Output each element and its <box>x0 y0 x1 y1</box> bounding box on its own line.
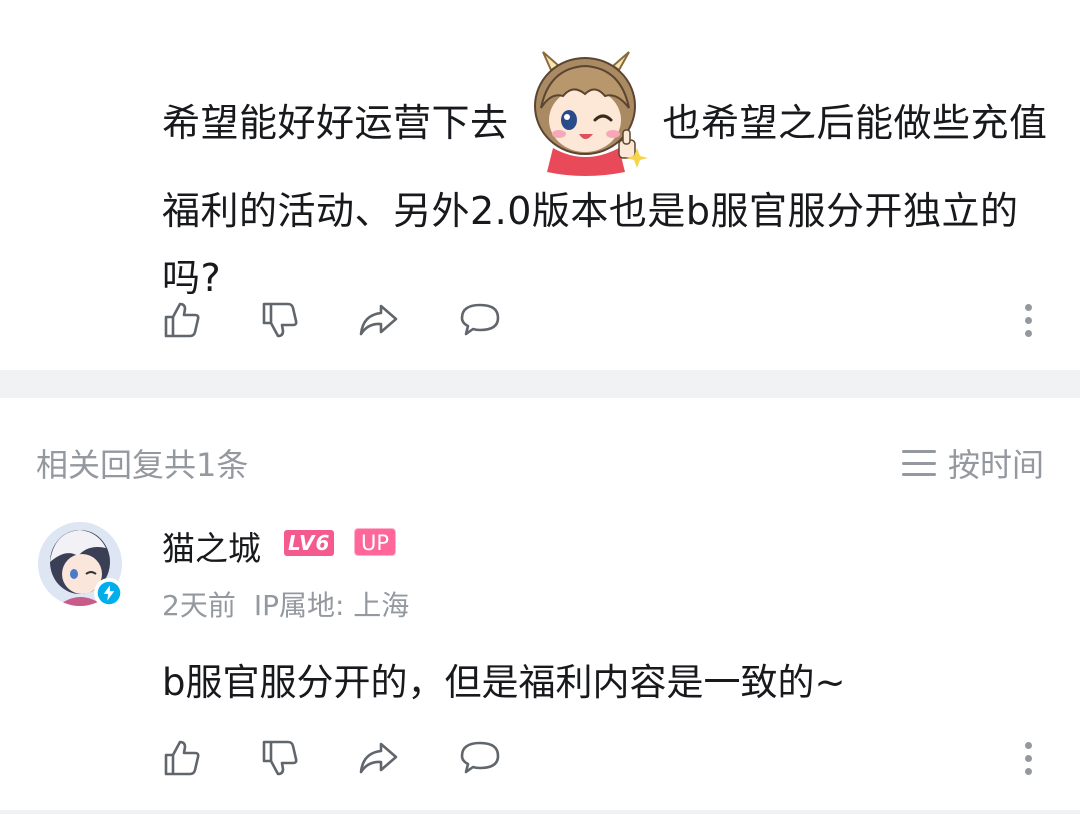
ip-location: IP属地: 上海 <box>253 589 410 622</box>
like-button[interactable] <box>160 736 204 780</box>
dislike-icon <box>262 302 298 338</box>
reply-meta: 2天前 IP属地: 上海 <box>162 584 409 624</box>
dislike-button[interactable] <box>258 298 302 342</box>
cat-girl-sticker-icon <box>521 48 651 178</box>
section-divider <box>0 370 1080 398</box>
share-button[interactable] <box>356 736 400 780</box>
comment-text: 希望能好好运营下去 也希望之后能做些充值福利的活动、另外2.0版本也是b服官服分… <box>162 48 1062 312</box>
username[interactable]: 猫之城 <box>162 522 261 570</box>
more-icon <box>1024 741 1032 749</box>
avatar[interactable] <box>38 522 124 608</box>
dislike-icon <box>262 740 298 776</box>
share-button[interactable] <box>356 298 400 342</box>
more-options-button[interactable] <box>1016 736 1040 780</box>
sort-by-time-button[interactable]: 按时间 <box>901 440 1044 486</box>
share-icon <box>359 304 398 336</box>
reply-time: 2天前 <box>162 589 236 622</box>
bottom-divider <box>0 810 1080 814</box>
more-options-button[interactable] <box>1016 298 1040 342</box>
sort-lines-icon <box>901 450 936 476</box>
sort-label: 按时间 <box>947 446 1044 484</box>
reply-action-bar <box>160 736 1040 780</box>
more-icon <box>1024 303 1032 311</box>
comment-text-part1: 希望能好好运营下去 <box>162 101 509 145</box>
verified-badge <box>94 578 124 608</box>
reply-button[interactable] <box>458 298 502 342</box>
replies-count-title: 相关回复共1条 <box>36 446 249 484</box>
like-button[interactable] <box>160 298 204 342</box>
up-badge: UP <box>354 528 397 556</box>
comment-action-bar <box>160 298 1040 342</box>
like-icon <box>164 302 200 338</box>
level-badge: LV6 <box>284 530 335 556</box>
reply-icon <box>460 303 500 336</box>
dislike-button[interactable] <box>258 736 302 780</box>
reply-icon <box>460 741 500 774</box>
like-icon <box>164 740 200 776</box>
reply-button[interactable] <box>458 736 502 780</box>
reply-text: b服官服分开的，但是福利内容是一致的~ <box>162 661 846 704</box>
lightning-icon <box>97 581 121 605</box>
share-icon <box>359 742 398 774</box>
